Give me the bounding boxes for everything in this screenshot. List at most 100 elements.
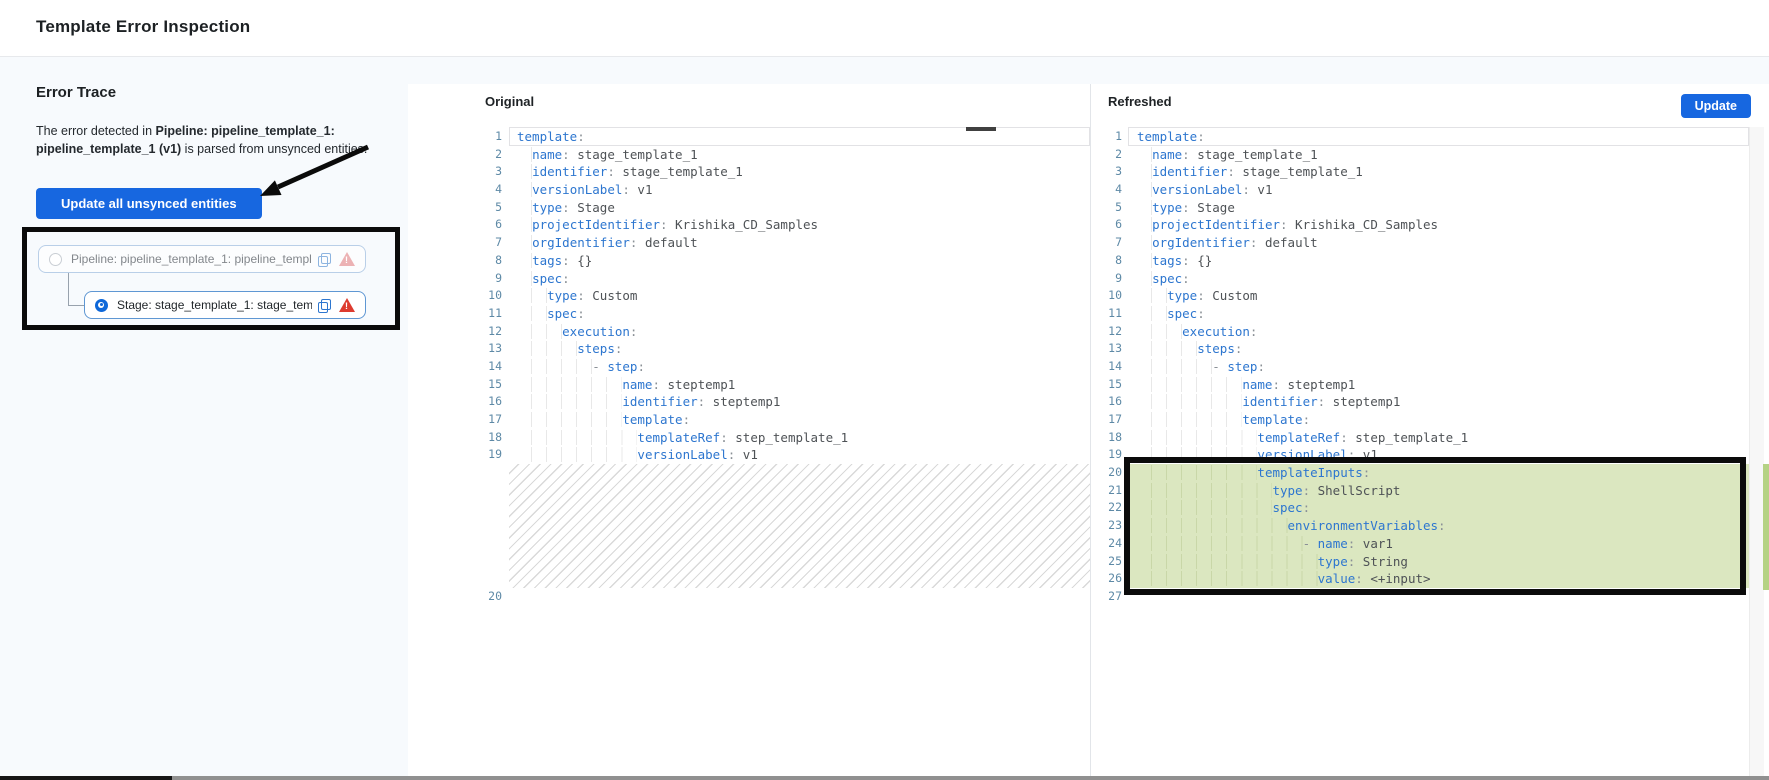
code-line: execution: (509, 323, 1090, 341)
code-line: type: Custom (1128, 287, 1749, 305)
code-line: type: Stage (1128, 199, 1749, 217)
line-number: 17 (462, 411, 502, 429)
line-number: 19 (462, 446, 502, 464)
line-number: 11 (1091, 305, 1122, 323)
line-number: 7 (1091, 234, 1122, 252)
line-number: 24 (1091, 535, 1122, 553)
line-number: 11 (462, 305, 502, 323)
page-title: Template Error Inspection (36, 17, 250, 37)
line-number: 7 (462, 234, 502, 252)
annotation-arrow (240, 130, 380, 210)
code-line: identifier: stage_template_1 (509, 163, 1090, 181)
code-line: template: (1128, 411, 1749, 429)
pipeline-label: Pipeline: pipeline_template_1: pipeline_… (71, 252, 312, 266)
code-line: spec: (1128, 270, 1749, 288)
line-number: 18 (1091, 429, 1122, 447)
line-number: 23 (1091, 517, 1122, 535)
code-line: identifier: steptemp1 (509, 393, 1090, 411)
line-number: 1 (462, 128, 502, 146)
code-line: versionLabel: v1 (509, 446, 1090, 464)
line-number: 15 (1091, 376, 1122, 394)
code-line: spec: (509, 305, 1090, 323)
tree-connector-vertical (68, 273, 69, 305)
code-line: - step: (1128, 358, 1749, 376)
line-number: 10 (462, 287, 502, 305)
annotation-rect-added-lines (1124, 457, 1746, 595)
line-number: 19 (1091, 446, 1122, 464)
line-number: 5 (1091, 199, 1122, 217)
pipeline-radio[interactable] (49, 253, 62, 266)
line-number: 2 (1091, 146, 1122, 164)
copy-icon[interactable] (318, 253, 331, 266)
copy-icon[interactable] (318, 299, 331, 312)
line-number: 16 (462, 393, 502, 411)
code-line: name: stage_template_1 (509, 146, 1090, 164)
original-editor[interactable]: template: name: stage_template_1 identif… (509, 128, 1090, 606)
line-number: 15 (462, 376, 502, 394)
line-number: 8 (1091, 252, 1122, 270)
horizontal-scrollbar-track[interactable] (0, 776, 1769, 780)
line-number: 12 (1091, 323, 1122, 341)
line-number: 6 (462, 216, 502, 234)
line-number: 5 (462, 199, 502, 217)
update-all-unsynced-button[interactable]: Update all unsynced entities (36, 188, 262, 219)
code-line: name: steptemp1 (509, 376, 1090, 394)
stage-radio[interactable] (95, 299, 108, 312)
refreshed-editor-gutter: 1234567891011121314151617181920212223242… (1091, 128, 1122, 606)
code-line: templateRef: step_template_1 (1128, 429, 1749, 447)
page-header (0, 0, 1769, 57)
code-line: steps: (509, 340, 1090, 358)
line-number: 26 (1091, 570, 1122, 588)
line-number: 9 (462, 270, 502, 288)
line-number: 13 (462, 340, 502, 358)
code-line: identifier: steptemp1 (1128, 393, 1749, 411)
code-line: type: Custom (509, 287, 1090, 305)
warning-icon (339, 252, 355, 266)
line-number: 8 (462, 252, 502, 270)
diff-added-ruler-marker (1763, 464, 1769, 590)
line-number: 9 (1091, 270, 1122, 288)
code-line: orgIdentifier: default (509, 234, 1090, 252)
line-number: 16 (1091, 393, 1122, 411)
code-line: tags: {} (509, 252, 1090, 270)
tree-item-pipeline[interactable]: Pipeline: pipeline_template_1: pipeline_… (38, 245, 366, 273)
code-line: template: (509, 128, 1090, 146)
code-line: spec: (509, 270, 1090, 288)
line-number: 12 (462, 323, 502, 341)
line-number: 21 (1091, 482, 1122, 500)
tree-item-stage[interactable]: Stage: stage_template_1: stage_templat..… (84, 291, 366, 319)
line-number: 22 (1091, 499, 1122, 517)
line-number: 25 (1091, 553, 1122, 571)
content-top-strip (408, 57, 1769, 84)
refreshed-panel-label: Refreshed (1108, 94, 1172, 109)
code-line (509, 588, 1090, 606)
line-number: 20 (1091, 464, 1122, 482)
line-number: 2 (462, 146, 502, 164)
horizontal-scrollbar-thumb[interactable] (0, 776, 172, 780)
diff-spacer-hatch (509, 464, 1090, 588)
line-number: 20 (462, 588, 502, 606)
update-button[interactable]: Update (1681, 94, 1751, 118)
code-line: templateRef: step_template_1 (509, 429, 1090, 447)
template-error-inspection-page: Template Error Inspection Error Trace Th… (0, 0, 1769, 780)
code-line: projectIdentifier: Krishika_CD_Samples (509, 216, 1090, 234)
code-line: projectIdentifier: Krishika_CD_Samples (1128, 216, 1749, 234)
code-line: name: steptemp1 (1128, 376, 1749, 394)
line-number: 4 (1091, 181, 1122, 199)
code-line: type: Stage (509, 199, 1090, 217)
code-line: execution: (1128, 323, 1749, 341)
desc-text: The error detected in (36, 124, 156, 138)
line-number: 18 (462, 429, 502, 447)
tree-connector-horizontal (68, 305, 84, 306)
line-number: 10 (1091, 287, 1122, 305)
line-number: 3 (462, 163, 502, 181)
line-number: 27 (1091, 588, 1122, 606)
code-line: steps: (1128, 340, 1749, 358)
original-panel-label: Original (485, 94, 534, 109)
line-number: 1 (1091, 128, 1122, 146)
line-number: 3 (1091, 163, 1122, 181)
refreshed-scrollbar-track[interactable] (1749, 127, 1764, 776)
warning-icon (339, 298, 355, 312)
code-line: identifier: stage_template_1 (1128, 163, 1749, 181)
code-line: name: stage_template_1 (1128, 146, 1749, 164)
